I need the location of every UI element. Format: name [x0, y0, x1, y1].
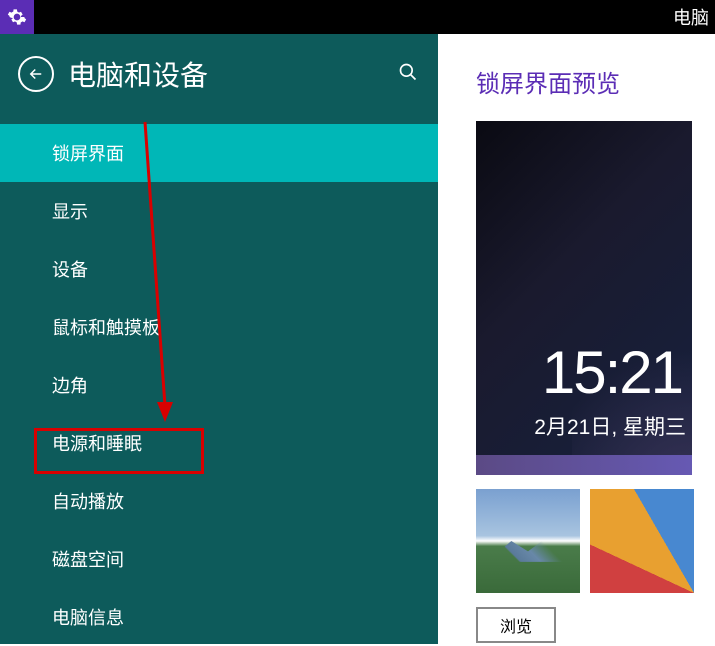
- main-layout: 电脑和设备 锁屏界面 显示 设备 鼠标和触摸板 边角 电源和睡眠 自动播放 磁盘…: [0, 34, 715, 644]
- preview-time: 15:21: [542, 338, 682, 407]
- wallpaper-thumbnails: [476, 489, 715, 593]
- sidebar-item-corners[interactable]: 边角: [0, 356, 438, 414]
- sidebar-item-label: 设备: [52, 260, 88, 280]
- charm-topbar: 电脑: [0, 0, 715, 34]
- back-button[interactable]: [18, 56, 54, 92]
- topbar-title-partial: 电脑: [673, 4, 715, 30]
- sidebar-item-label: 鼠标和触摸板: [52, 318, 160, 338]
- sidebar-item-label: 磁盘空间: [52, 550, 124, 570]
- sidebar-item-label: 锁屏界面: [52, 144, 124, 164]
- sidebar-items: 锁屏界面 显示 设备 鼠标和触摸板 边角 电源和睡眠 自动播放 磁盘空间 电脑信…: [0, 124, 438, 646]
- sidebar-item-label: 显示: [52, 202, 88, 222]
- content-title: 锁屏界面预览: [476, 64, 715, 99]
- sidebar-title: 电脑和设备: [68, 54, 208, 94]
- sidebar-item-label: 电源和睡眠: [52, 434, 142, 454]
- sidebar-item-devices[interactable]: 设备: [0, 240, 438, 298]
- settings-charm-button[interactable]: [0, 0, 34, 34]
- sidebar-item-autoplay[interactable]: 自动播放: [0, 472, 438, 530]
- sidebar-item-disk-space[interactable]: 磁盘空间: [0, 530, 438, 588]
- sidebar-item-mouse-touchpad[interactable]: 鼠标和触摸板: [0, 298, 438, 356]
- sidebar-item-label: 电脑信息: [52, 608, 124, 628]
- sidebar-item-label: 边角: [52, 376, 88, 396]
- sidebar-item-power-sleep[interactable]: 电源和睡眠: [0, 414, 438, 472]
- sidebar-item-lockscreen[interactable]: 锁屏界面: [0, 124, 438, 182]
- wallpaper-thumb-stripes[interactable]: [590, 489, 694, 593]
- sidebar-item-display[interactable]: 显示: [0, 182, 438, 240]
- sidebar-header: 电脑和设备: [0, 54, 438, 124]
- content-area: 锁屏界面预览 15:21 2月21日, 星期三 浏览: [438, 34, 715, 644]
- settings-sidebar: 电脑和设备 锁屏界面 显示 设备 鼠标和触摸板 边角 电源和睡眠 自动播放 磁盘…: [0, 34, 438, 644]
- lockscreen-preview[interactable]: 15:21 2月21日, 星期三: [476, 121, 692, 475]
- wallpaper-thumb-mountain[interactable]: [476, 489, 580, 593]
- back-arrow-icon: [27, 65, 45, 83]
- preview-date: 2月21日, 星期三: [534, 411, 686, 441]
- browse-button-label: 浏览: [500, 619, 532, 636]
- gear-icon: [7, 7, 27, 27]
- search-button[interactable]: [398, 62, 418, 87]
- sidebar-item-label: 自动播放: [52, 492, 124, 512]
- preview-decoration: [476, 455, 692, 475]
- search-icon: [398, 62, 418, 82]
- sidebar-item-pc-info[interactable]: 电脑信息: [0, 588, 438, 646]
- browse-button[interactable]: 浏览: [476, 607, 556, 643]
